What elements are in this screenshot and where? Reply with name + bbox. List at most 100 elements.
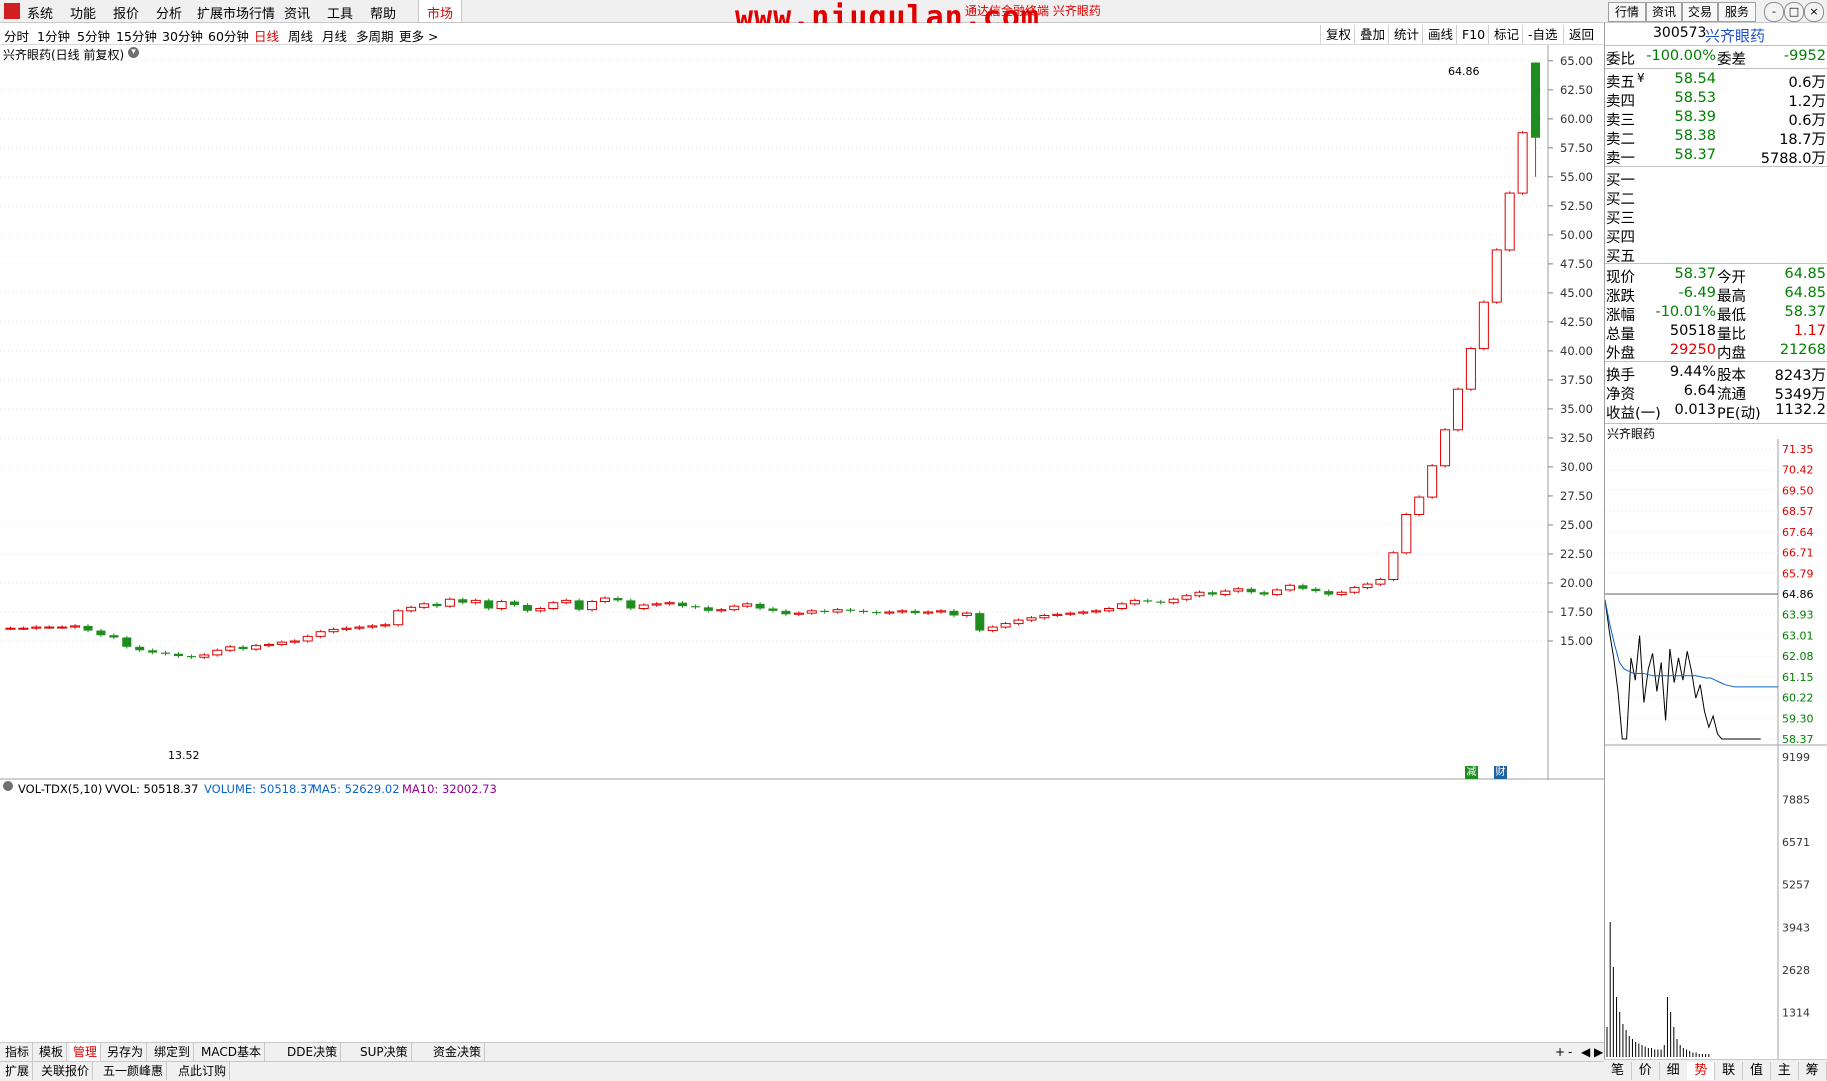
close-icon[interactable]: × — [1804, 2, 1824, 22]
ask-volume: 1.2万 — [1788, 94, 1826, 110]
menu-item-analysis[interactable]: 分析 — [156, 3, 182, 22]
badge-finance[interactable]: 财 — [1494, 766, 1507, 779]
menu-item-news[interactable]: 资讯 — [284, 3, 310, 22]
stat-value: 9.44% — [1669, 364, 1716, 380]
intraday-tab-1[interactable]: 价 — [1632, 1062, 1660, 1080]
ask-volume: 0.6万 — [1788, 113, 1826, 129]
menu-item-system[interactable]: 系统 — [27, 3, 53, 22]
stat-row: 涨幅 -10.01% 最低 58.37 — [1605, 304, 1827, 324]
intraday-tab-2[interactable]: 细 — [1660, 1062, 1688, 1080]
candle-body-up — [1013, 619, 1024, 625]
ask-row[interactable]: 卖五 ¥58.54 0.6万 — [1605, 71, 1827, 91]
period-more[interactable]: 更多 > — [399, 26, 438, 45]
ask-row[interactable]: 卖一 58.37 5788.0万 — [1605, 147, 1827, 167]
period-intraday[interactable]: 分时 — [4, 26, 29, 45]
indicator-tab-7[interactable]: SUP决策 — [357, 1043, 412, 1061]
period-5min[interactable]: 5分钟 — [77, 26, 110, 45]
candle-body-up — [1181, 595, 1192, 600]
bid-row[interactable]: 买四 — [1605, 226, 1827, 246]
stat-label: 最低 — [1717, 308, 1746, 324]
intraday-tab-6[interactable]: 主 — [1771, 1062, 1799, 1080]
tool-back[interactable]: 返回 — [1563, 25, 1599, 44]
tool-overlay[interactable]: 叠加 — [1354, 25, 1390, 44]
badge-reduce[interactable]: 减 — [1465, 766, 1478, 779]
menu-item-function[interactable]: 功能 — [70, 3, 96, 22]
period-monthly[interactable]: 月线 — [322, 26, 347, 45]
indicator-tab-4[interactable]: 绑定到 — [151, 1043, 195, 1061]
candle-body-up — [315, 631, 326, 637]
indicator-tab-2[interactable]: 管理 — [70, 1043, 102, 1061]
indicator-tabs: 指标 模板 管理 另存为 绑定到 MACD基本 DDE决策 SUP决策 资金决策 + - ◀ ▶ — [0, 1042, 1604, 1061]
stat-value: 1.17 — [1793, 323, 1826, 339]
restore-icon[interactable]: □ — [1784, 2, 1804, 22]
menu-bar: 系统 功能 报价 分析 扩展市场行情 资讯 工具 帮助 市场 通达信金融终端 兴… — [0, 0, 1827, 35]
stat-value: 64.85 — [1784, 266, 1826, 282]
extension-tab-3[interactable]: 点此订购 — [175, 1062, 231, 1080]
intraday-chart[interactable]: 71.35 70.42 69.50 68.57 67.64 66.71 65.79 64.86… — [1605, 439, 1827, 1059]
candle-body-down — [1324, 591, 1334, 595]
tool-adjust[interactable]: 复权 — [1320, 25, 1356, 44]
extension-tab-2[interactable]: 五一颜峰惠 — [100, 1062, 168, 1080]
vol-settings-icon[interactable] — [3, 781, 13, 791]
menu-item-help[interactable]: 帮助 — [370, 3, 396, 22]
period-60min[interactable]: 60分钟 — [208, 26, 249, 45]
menu-market-tab[interactable]: 市场 — [418, 0, 463, 22]
period-15min[interactable]: 15分钟 — [116, 26, 157, 45]
candle-body-up — [1478, 301, 1489, 350]
price-tick-label: 27.50 — [1560, 489, 1593, 503]
tool-mark[interactable]: 标记 — [1488, 25, 1524, 44]
indicator-tab-1[interactable]: 模板 — [36, 1043, 68, 1061]
ask-row[interactable]: 卖三 58.39 0.6万 — [1605, 109, 1827, 129]
btn-market-quote[interactable]: 行情 — [1608, 2, 1646, 22]
chevron-down-icon[interactable]: ▾ — [128, 47, 139, 58]
extension-tab-0[interactable]: 扩展 — [2, 1062, 34, 1080]
ask-volume: 0.6万 — [1788, 75, 1826, 91]
menu-item-tools[interactable]: 工具 — [327, 3, 353, 22]
intraday-tab-3[interactable]: 势 — [1687, 1062, 1716, 1080]
intraday-tab-5[interactable]: 值 — [1743, 1062, 1771, 1080]
candle-body-up — [328, 628, 339, 633]
menu-item-quote[interactable]: 报价 — [113, 3, 139, 22]
period-1min[interactable]: 1分钟 — [37, 26, 70, 45]
bid-label: 买四 — [1606, 230, 1635, 246]
tool-draw[interactable]: 画线 — [1422, 25, 1458, 44]
extension-tab-1[interactable]: 关联报价 — [38, 1062, 94, 1080]
btn-service[interactable]: 服务 — [1718, 2, 1756, 22]
intraday-tab-7[interactable]: 筹 — [1799, 1062, 1827, 1080]
tool-statistics[interactable]: 统计 — [1388, 25, 1424, 44]
btn-news[interactable]: 资讯 — [1646, 2, 1682, 22]
candle-body-up — [961, 612, 972, 616]
stat-label: 流通 — [1717, 387, 1746, 403]
period-multi[interactable]: 多周期 — [356, 26, 394, 45]
indicator-tab-8[interactable]: 资金决策 — [430, 1043, 486, 1061]
kline-chart-area[interactable]: 65.00 62.50 60.00 57.50 55.00 52.50 50.00 47.50… — [0, 45, 1604, 796]
bid-row[interactable]: 买二 — [1605, 188, 1827, 208]
candle-body-up — [199, 654, 210, 658]
stat-value: 64.85 — [1784, 285, 1826, 301]
stat-label: PE(动) — [1717, 406, 1761, 422]
menu-item-extended-market[interactable]: 扩展市场行情 — [197, 3, 275, 22]
intraday-tab-4[interactable]: 联 — [1715, 1062, 1744, 1080]
indicator-tab-0[interactable]: 指标 — [2, 1043, 34, 1061]
stat-label: 最高 — [1717, 289, 1746, 305]
ask-row[interactable]: 卖二 58.38 18.7万 — [1605, 128, 1827, 148]
bid-row[interactable]: 买五 — [1605, 245, 1827, 265]
minimize-icon[interactable]: - — [1764, 2, 1784, 22]
btn-trade[interactable]: 交易 — [1682, 2, 1718, 22]
intraday-tab-0[interactable]: 笔 — [1604, 1062, 1632, 1080]
period-daily[interactable]: 日线 — [254, 26, 279, 45]
tool-f10[interactable]: F10 — [1456, 25, 1490, 44]
ask-row[interactable]: 卖四 58.53 1.2万 — [1605, 90, 1827, 110]
zoom-out-icon[interactable]: - — [1565, 1043, 1575, 1061]
indicator-tab-6[interactable]: DDE决策 — [284, 1043, 342, 1061]
indicator-tab-5[interactable]: MACD基本 — [198, 1043, 265, 1061]
period-30min[interactable]: 30分钟 — [162, 26, 203, 45]
indicator-tab-3[interactable]: 另存为 — [104, 1043, 148, 1061]
bid-row[interactable]: 买三 — [1605, 207, 1827, 227]
candle-body-up — [1440, 429, 1451, 467]
stock-name[interactable]: 兴齐眼药 — [1705, 25, 1765, 46]
period-weekly[interactable]: 周线 — [288, 26, 313, 45]
tool-watchlist[interactable]: -自选 — [1522, 25, 1563, 44]
bid-row[interactable]: 买一 — [1605, 169, 1827, 189]
price-tick-label: 17.50 — [1560, 605, 1593, 619]
